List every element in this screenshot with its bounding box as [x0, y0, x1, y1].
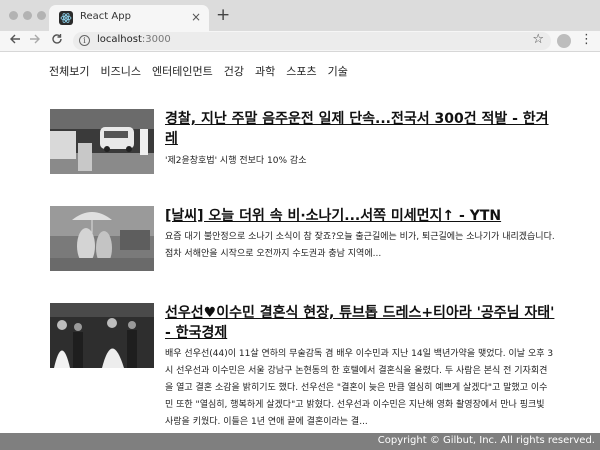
info-icon[interactable]: i [79, 35, 90, 46]
category-all[interactable]: 전체보기 [49, 63, 89, 79]
back-arrow-icon[interactable] [9, 33, 21, 50]
category-entertainment[interactable]: 엔터테인먼트 [152, 63, 213, 79]
close-window-icon[interactable] [9, 11, 18, 20]
article-description: '제2윤창호법' 시행 전보다 10% 감소 [165, 156, 307, 166]
article-title[interactable]: 선우선♥이수민 결혼식 현장, 튜브톱 드레스+티아라 '공주님 자태' - 한… [165, 303, 555, 343]
article-item: 경찰, 지난 주말 음주운전 일제 단속...전국서 300건 적발 - 한겨레… [50, 109, 550, 179]
maximize-window-icon[interactable] [37, 11, 46, 20]
article-description: 배우 선우선(44)이 11살 연하의 무술감독 겸 배우 이수민과 지난 14… [165, 349, 554, 427]
react-favicon-icon [59, 11, 73, 25]
forward-arrow-icon[interactable] [29, 33, 41, 50]
article-description: 요즘 대기 불안정으로 소나기 소식이 참 잦죠?오늘 출근길에는 비가, 퇴근… [165, 232, 555, 259]
copyright-footer: Copyright © Gilbut, Inc. All rights rese… [0, 433, 600, 450]
browser-tab[interactable]: React App × [49, 5, 209, 31]
copyright-text: Copyright © Gilbut, Inc. All rights rese… [377, 435, 595, 446]
url-text: localhost:3000 [97, 34, 171, 45]
article-item: 선우선♥이수민 결혼식 현장, 튜브톱 드레스+티아라 '공주님 자태' - 한… [50, 303, 554, 428]
star-icon[interactable]: ☆ [532, 32, 544, 48]
category-nav: 전체보기 비즈니스 엔터테인먼트 건강 과학 스포츠 기술 [49, 63, 348, 79]
article-thumbnail[interactable] [50, 303, 154, 368]
new-tab-button[interactable]: + [216, 6, 230, 24]
tab-close-icon[interactable]: × [191, 9, 201, 25]
article-title[interactable]: 경찰, 지난 주말 음주운전 일제 단속...전국서 300건 적발 - 한겨레 [165, 109, 555, 149]
tab-title: React App [80, 11, 131, 22]
category-business[interactable]: 비즈니스 [100, 63, 140, 79]
category-health[interactable]: 건강 [224, 63, 244, 79]
category-technology[interactable]: 기술 [328, 63, 348, 79]
tab-strip: React App × + [0, 0, 600, 31]
address-bar[interactable]: i localhost:3000 ☆ [73, 32, 551, 50]
browser-toolbar: i localhost:3000 ☆ ⋮ [0, 31, 600, 52]
menu-dots-icon[interactable]: ⋮ [580, 32, 593, 48]
reload-icon[interactable] [51, 33, 63, 50]
category-science[interactable]: 과학 [255, 63, 275, 79]
article-thumbnail[interactable] [50, 109, 154, 174]
category-sports[interactable]: 스포츠 [286, 63, 316, 79]
article-title[interactable]: [날씨] 오늘 더위 속 비·소나기...서쪽 미세먼지↑ - YTN [165, 206, 555, 226]
profile-icon[interactable] [557, 34, 571, 48]
minimize-window-icon[interactable] [23, 11, 32, 20]
article-item: [날씨] 오늘 더위 속 비·소나기...서쪽 미세먼지↑ - YTN 요즘 대… [50, 206, 555, 276]
article-thumbnail[interactable] [50, 206, 154, 271]
